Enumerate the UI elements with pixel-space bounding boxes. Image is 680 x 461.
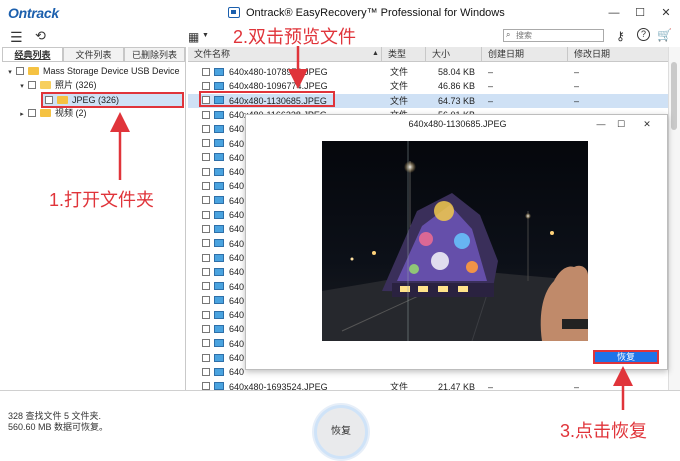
- annotation-arrows: [110, 46, 633, 410]
- app-window: Ontrack Ontrack® EasyRecovery™ Professio…: [0, 0, 680, 461]
